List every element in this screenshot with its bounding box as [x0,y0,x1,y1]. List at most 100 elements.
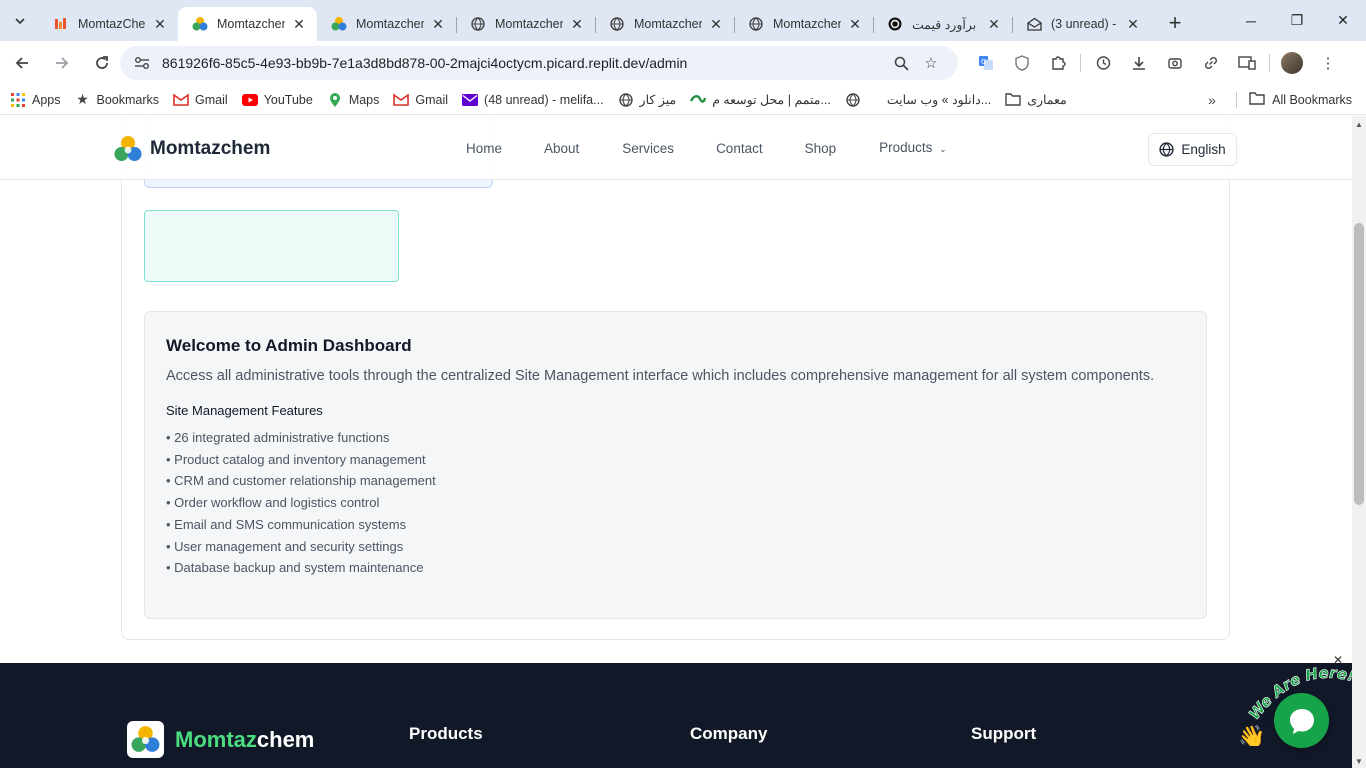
feature-item: • 26 integrated administrative functions [166,430,390,445]
close-tab-icon[interactable]: ✕ [152,16,168,32]
site-logo-text: Momtazchem [150,138,271,159]
nav-contact[interactable]: Contact [716,141,763,156]
site-logo[interactable]: Momtazchem [113,134,270,164]
browser-tab[interactable]: Momtazchem ✕ [734,7,873,41]
reload-icon[interactable] [84,45,120,81]
nav-shop[interactable]: Shop [805,141,837,156]
more-menu-icon[interactable]: ⋮ [1310,47,1346,79]
globe-icon [609,16,625,32]
page-scrollbar[interactable]: ▲ ▼ [1352,116,1366,768]
forward-arrow-icon[interactable] [44,45,80,81]
browser-tab[interactable]: Momtazchem ✕ [456,7,595,41]
bookmark-download[interactable]: دانلود » وب سایت... [845,92,991,108]
nav-home[interactable]: Home [466,141,502,156]
bookmark-youtube[interactable]: YouTube [241,92,313,108]
restore-icon[interactable]: ❐ [1274,0,1320,41]
momtazchem-logo-icon [114,136,142,161]
download-icon[interactable] [1121,47,1157,79]
address-bar[interactable]: 861926f6-85c5-4e93-bb9b-7e1a3d8bd878-00-… [120,46,958,80]
all-bookmarks-button[interactable]: All Bookmarks [1249,85,1352,115]
browser-tab[interactable]: برآورد قیمت ✕ [873,7,1012,41]
tab-title: برآورد قیمت [912,17,977,32]
bookmark-label: Gmail [415,92,449,107]
momtazchem-favicon-icon [192,16,208,32]
bookmark-motamem[interactable]: متمم | محل توسعه م... [690,92,831,108]
browser-tab[interactable]: MomtazChem ✕ [39,7,178,41]
footer-products-heading: Products [409,724,483,743]
bookmark-label: YouTube [263,92,313,107]
back-arrow-icon[interactable] [4,45,40,81]
profile-avatar[interactable] [1274,47,1310,79]
bookmark-gmail[interactable]: Gmail [173,92,228,108]
scroll-up-arrow-icon[interactable]: ▲ [1352,120,1366,129]
gmail-icon [173,92,189,108]
chat-close-icon[interactable]: ✕ [1333,653,1343,667]
bookmarks-divider [1236,92,1237,108]
zoom-magnifier-icon[interactable] [886,56,916,71]
browser-tab[interactable]: Momtazchem ✕ [317,7,456,41]
nav-about[interactable]: About [544,141,579,156]
close-tab-icon[interactable]: ✕ [291,16,307,32]
toolbar-divider [1080,54,1081,72]
bookmarks-bar: Apps ★ Bookmarks Gmail YouTube Maps Gmai… [0,85,1366,115]
mail-envelope-icon [1026,16,1042,32]
nav-products-dropdown[interactable]: Products ⌄ [879,140,947,155]
close-tab-icon[interactable]: ✕ [569,16,585,32]
bookmark-desk[interactable]: میز کار [618,92,676,108]
chevron-double-right-icon[interactable]: » [1200,85,1224,115]
screenshot-icon[interactable] [1157,47,1193,79]
site-header: Momtazchem Home About Services Contact S… [0,116,1352,180]
close-tab-icon[interactable]: ✕ [430,16,446,32]
footer-brand-part1: Momtaz [175,726,257,752]
url-text[interactable]: 861926f6-85c5-4e93-bb9b-7e1a3d8bd878-00-… [162,55,886,71]
footer-logo[interactable]: Momtaz chem [127,721,314,758]
browser-tab[interactable]: (3 unread) - ✕ [1012,7,1151,41]
browser-toolbar: 861926f6-85c5-4e93-bb9b-7e1a3d8bd878-00-… [0,41,1366,85]
welcome-panel: Welcome to Admin Dashboard Access all ad… [144,311,1207,619]
tab-title: Momtazchem [356,17,424,31]
close-tab-icon[interactable]: ✕ [847,16,863,32]
scroll-down-arrow-icon[interactable]: ▼ [1352,757,1366,766]
extensions-puzzle-icon[interactable] [1040,47,1076,79]
features-list: • 26 integrated administrative functions… [166,427,1185,579]
bookmark-bookmarks[interactable]: ★ Bookmarks [75,91,159,108]
site-management-button-faded[interactable] [144,210,399,282]
main-nav: Home About Services Contact Shop Product… [466,140,989,156]
bookmark-yahoo-mail[interactable]: (48 unread) - melifa... [462,92,604,108]
browser-tab[interactable]: Momtazchem ✕ [595,7,734,41]
browser-tab-active[interactable]: Momtazchem ✕ [178,7,317,41]
page-viewport: Welcome to Admin Dashboard Access all ad… [0,116,1352,768]
apps-grid-icon [10,92,26,108]
close-tab-icon[interactable]: ✕ [708,16,724,32]
bookmark-star-icon[interactable]: ☆ [916,54,946,72]
bookmark-apps[interactable]: Apps [10,92,61,108]
tab-search-icon[interactable] [7,8,33,34]
chevron-down-icon: ⌄ [939,144,947,154]
history-icon[interactable] [1085,47,1121,79]
new-tab-plus-icon[interactable]: + [1161,9,1189,37]
chat-button[interactable] [1274,693,1329,748]
bookmark-label: متمم | محل توسعه م... [712,93,831,107]
nav-services[interactable]: Services [622,141,674,156]
shield-extension-icon[interactable] [1004,47,1040,79]
feature-item: • User management and security settings [166,538,404,554]
close-tab-icon[interactable]: ✕ [986,16,1002,32]
browser-tab-bar: MomtazChem ✕ Momtazchem ✕ Momtazchem ✕ M… [0,0,1366,41]
site-settings-icon[interactable] [132,56,152,70]
close-tab-icon[interactable]: ✕ [1125,16,1141,32]
tab-title: (3 unread) - [1051,17,1117,31]
bookmark-maps[interactable]: Maps [327,92,379,108]
minimize-icon[interactable]: ─ [1228,0,1274,41]
reading-mode-icon[interactable] [1229,47,1265,79]
language-selector[interactable]: English [1148,133,1237,166]
youtube-icon [241,92,258,108]
link-icon[interactable] [1193,47,1229,79]
close-window-icon[interactable]: ✕ [1320,0,1366,41]
google-translate-icon[interactable]: G [968,47,1004,79]
bookmark-label: معماری [1027,93,1067,107]
bookmark-gmail[interactable]: Gmail [393,92,448,108]
footer-brand-part2: chem [256,726,315,752]
scrollbar-thumb[interactable] [1354,223,1364,505]
extension-icons: G ⋮ [968,47,1346,79]
bookmark-folder-architecture[interactable]: معماری [1005,92,1067,108]
